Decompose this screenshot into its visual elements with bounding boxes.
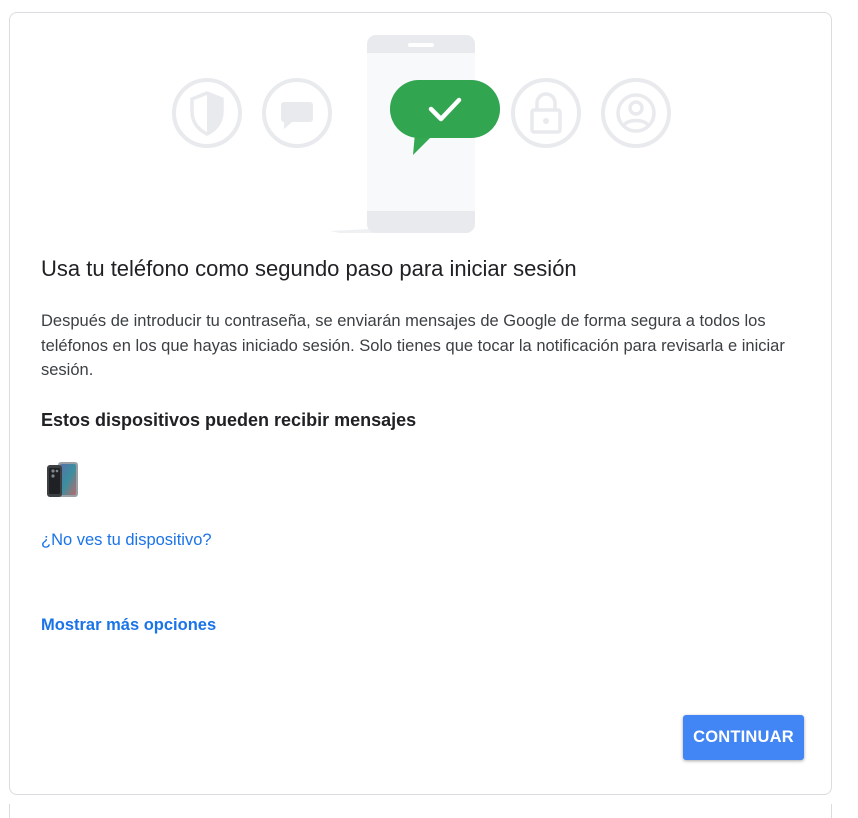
shield-icon <box>172 78 242 148</box>
page-description: Después de introducir tu contraseña, se … <box>41 312 785 379</box>
illustration <box>172 35 671 233</box>
page-title: Usa tu teléfono como segundo paso para i… <box>41 256 577 281</box>
account-icon <box>601 78 671 148</box>
smartphone-icon <box>47 462 78 497</box>
lock-icon <box>511 78 581 148</box>
chat-bubble-icon <box>262 78 332 148</box>
more-options-link[interactable]: Mostrar más opciones <box>41 613 216 637</box>
devices-heading: Estos dispositivos pueden recibir mensaj… <box>41 410 417 430</box>
missing-device-link[interactable]: ¿No ves tu dispositivo? <box>41 528 212 552</box>
next-card-edge <box>9 804 832 818</box>
main-card: Usa tu teléfono como segundo paso para i… <box>9 12 832 795</box>
continue-button[interactable]: CONTINUAR <box>683 715 804 760</box>
